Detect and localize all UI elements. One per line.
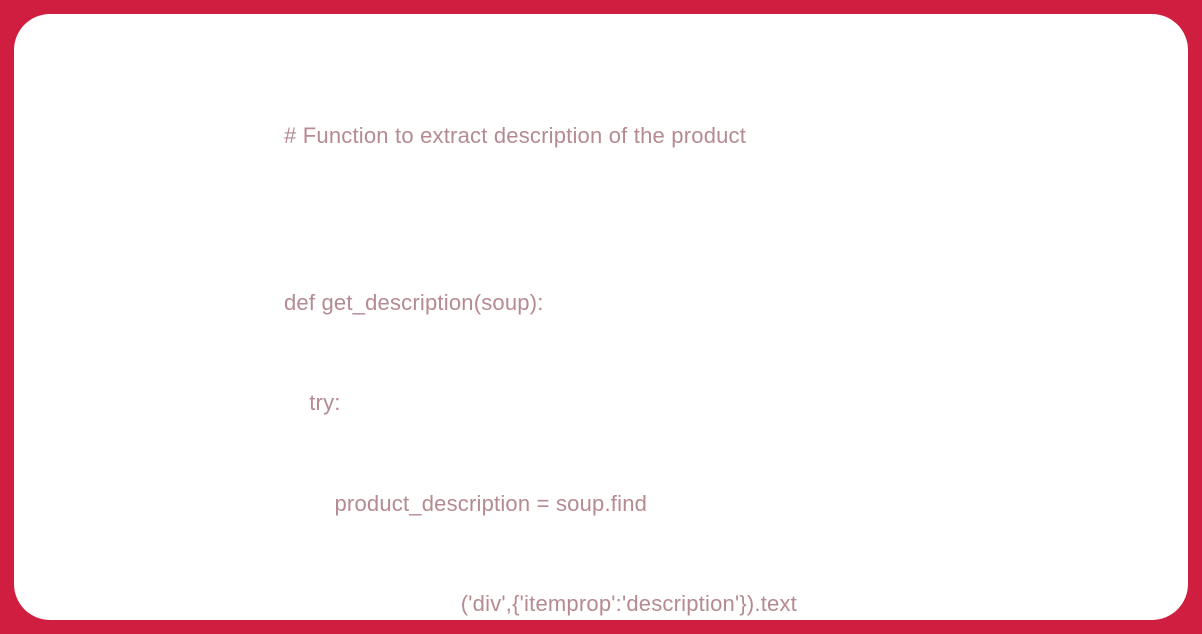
code-block: # Function to extract description of the… bbox=[284, 52, 1138, 620]
code-line: def get_description(soup): bbox=[284, 286, 1138, 319]
code-line: try: bbox=[284, 386, 1138, 419]
code-line: # Function to extract description of the… bbox=[284, 119, 1138, 152]
code-line: product_description = soup.find bbox=[284, 487, 1138, 520]
code-card: # Function to extract description of the… bbox=[14, 14, 1188, 620]
code-line: ('div',{'itemprop':'description'}).text bbox=[284, 587, 1138, 620]
